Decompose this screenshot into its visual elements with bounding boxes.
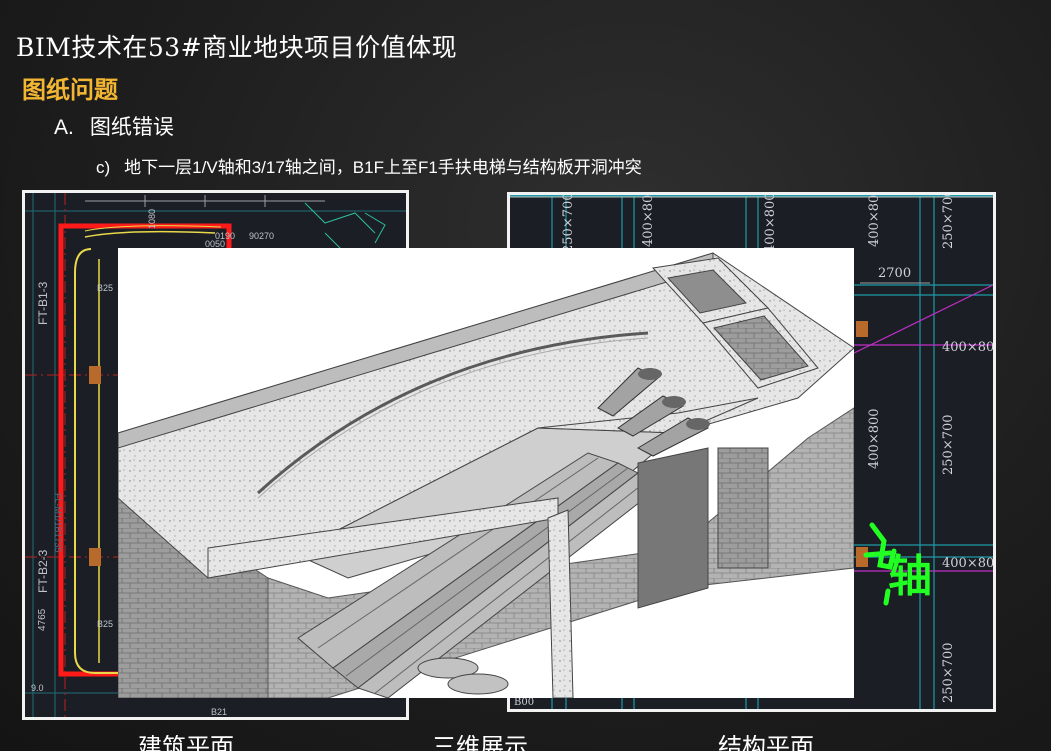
plan-label: 1080 [147, 209, 157, 229]
structure-dim: 400×80 [942, 556, 993, 571]
outline-text: 地下一层1/V轴和3/17轴之间，B1F上至F1手扶电梯与结构板开洞冲突 [124, 158, 642, 177]
structure-dim: 400×800 [641, 195, 656, 247]
bim-3d-render-image [118, 248, 854, 698]
caption-structural-plan: 结构平面 [718, 735, 814, 751]
structure-dim: 400×800 [867, 195, 882, 247]
structure-dim: 2700 [878, 266, 911, 281]
plan-label: 4765 [37, 608, 48, 631]
outline-text: 图纸错误 [89, 115, 174, 139]
plan-label: B25 [97, 283, 113, 293]
structure-dim: 250×700 [941, 414, 956, 475]
structure-dim: 250×700 [941, 642, 956, 703]
plan-label: FT-B2-3 [36, 549, 50, 593]
structure-dim: 400×800 [763, 195, 778, 253]
section-subtitle: 图纸问题 [22, 76, 118, 104]
structure-dim: 250×700 [561, 195, 576, 253]
structure-dim: 400×80 [942, 340, 993, 355]
structure-dim: B00 [514, 697, 534, 708]
structure-dim: 400×800 [867, 408, 882, 469]
outline-level-2: c) 地下一层1/V轴和3/17轴之间，B1F上至F1手扶电梯与结构板开洞冲突 [96, 153, 642, 178]
caption-architectural-plan: 建筑平面 [138, 735, 234, 751]
plan-label: 90270 [249, 231, 274, 241]
structure-dim: 250×700 [941, 195, 956, 249]
outline-level-1: A. 图纸错误 [54, 111, 174, 141]
plan-label: FL-M1/1B1735 [53, 493, 63, 553]
caption-3d-view: 三维展示 [432, 735, 528, 751]
slide-title: BIM技术在53#商业地块项目价值体现 [16, 33, 458, 62]
outline-marker: A. [54, 116, 74, 139]
plan-label: FT-B1-3 [36, 281, 50, 325]
plan-label: 0190 [215, 231, 235, 241]
plan-label: 9.0 [31, 683, 44, 693]
outline-marker: c) [96, 158, 111, 177]
plan-label: B25 [97, 619, 113, 629]
plan-label: B21 [211, 707, 227, 717]
